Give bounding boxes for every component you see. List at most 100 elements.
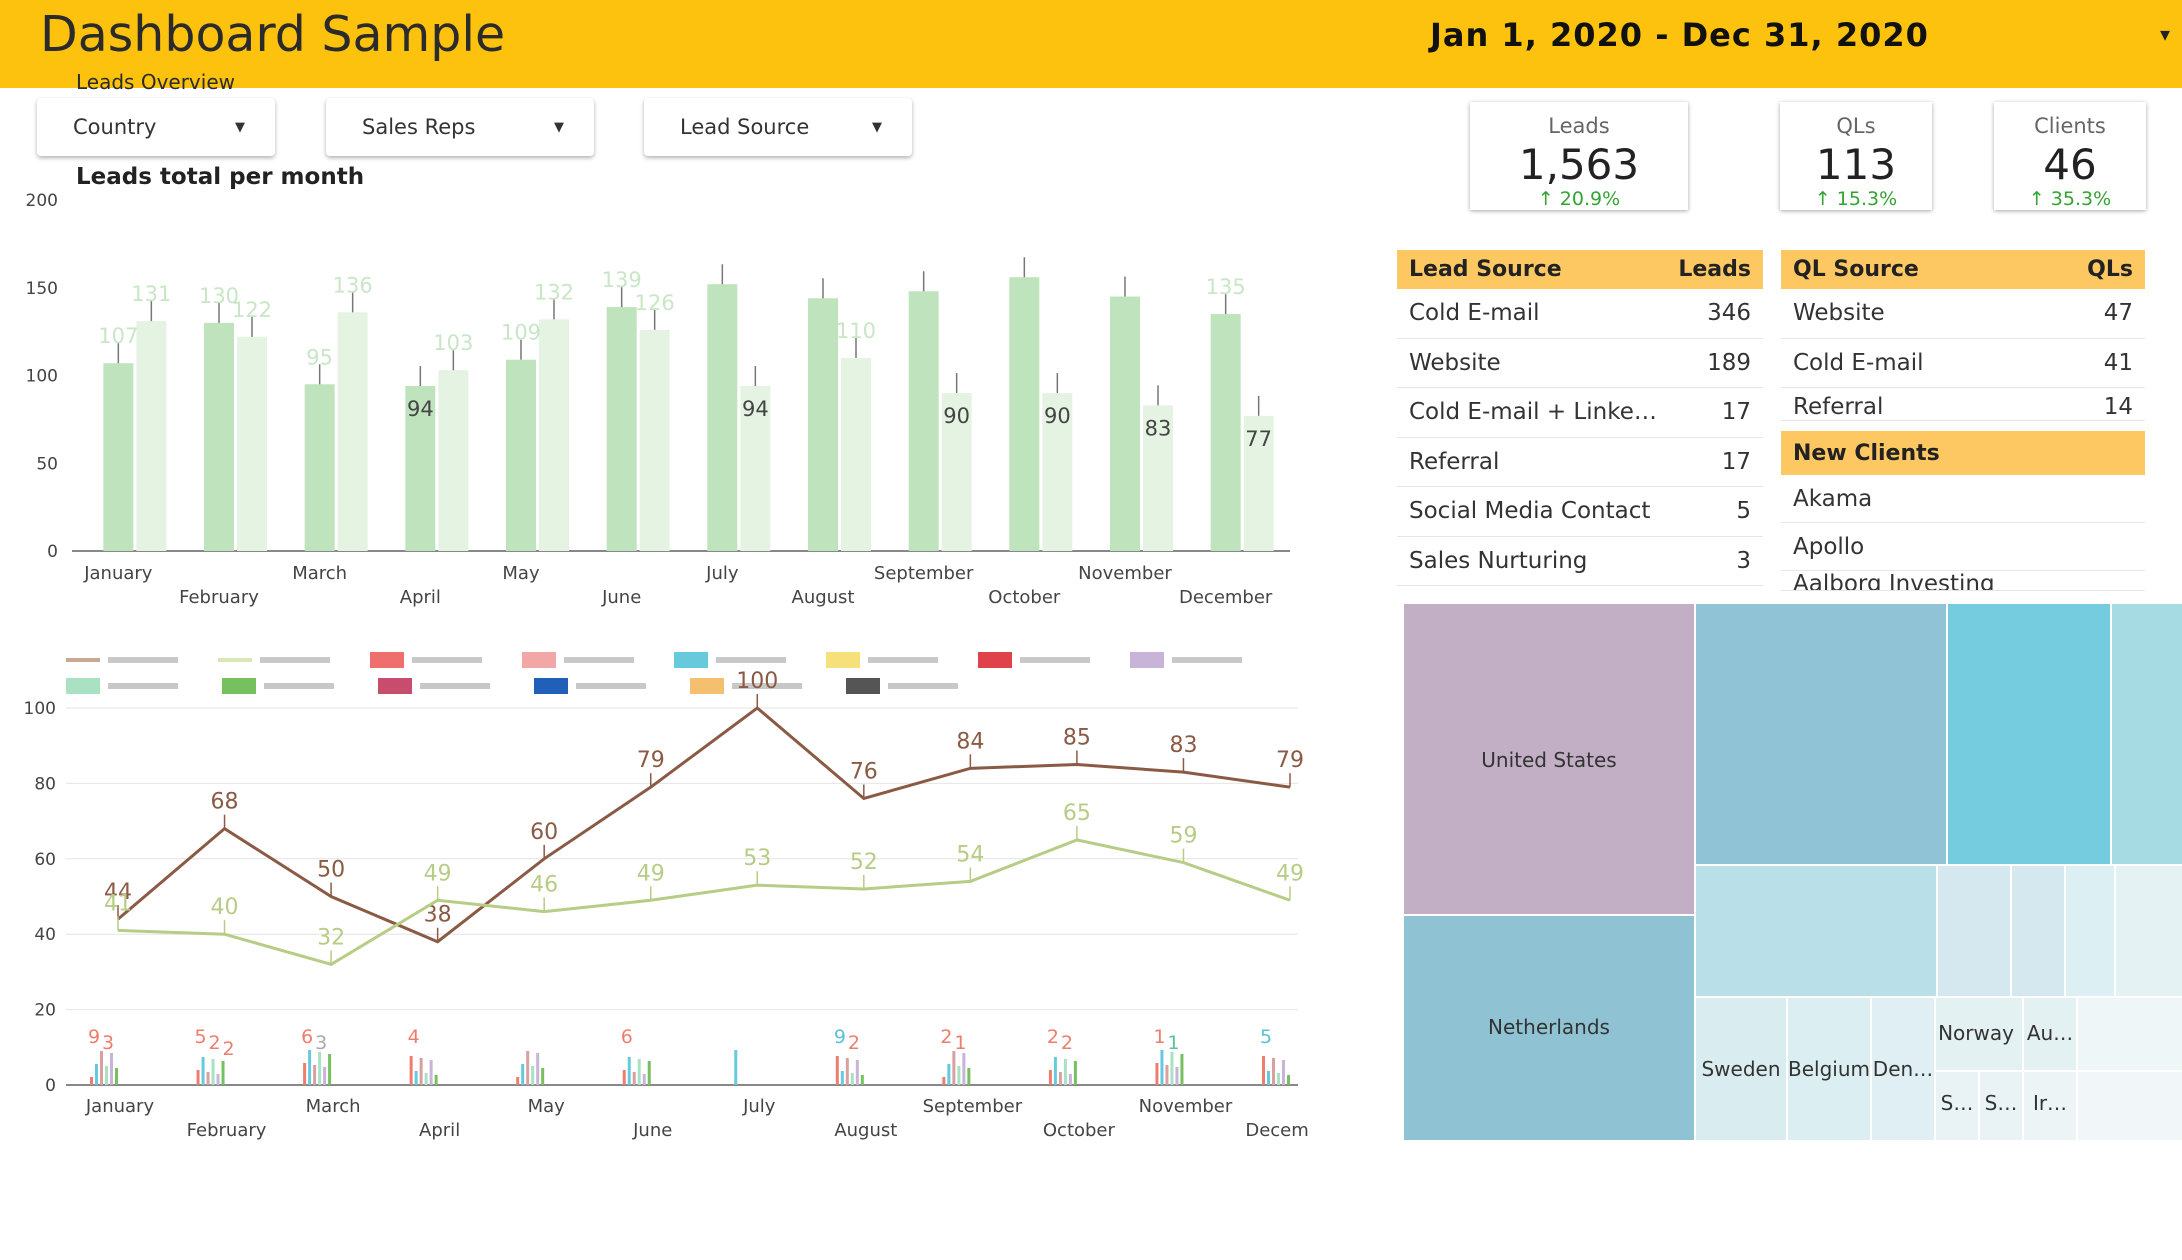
treemap-cell[interactable] bbox=[2078, 998, 2182, 1070]
treemap-cell[interactable] bbox=[2078, 1072, 2182, 1140]
treemap-cell[interactable] bbox=[1948, 604, 2110, 864]
treemap-cell[interactable] bbox=[2012, 866, 2064, 996]
country-filter[interactable]: Country ▼ bbox=[37, 98, 275, 156]
treemap-cell[interactable] bbox=[1696, 604, 1946, 864]
treemap-cell[interactable] bbox=[2066, 866, 2114, 996]
data-label: 54 bbox=[956, 842, 984, 867]
column-header[interactable]: QLs bbox=[2087, 257, 2133, 282]
data-label: 103 bbox=[433, 331, 473, 355]
small-bar-label: 2 bbox=[209, 1032, 221, 1054]
legend-swatch bbox=[690, 678, 724, 694]
bar bbox=[808, 298, 838, 551]
column-header[interactable]: QL Source bbox=[1793, 257, 1919, 282]
legend-swatch bbox=[1130, 652, 1164, 668]
small-bar bbox=[308, 1050, 312, 1085]
sales-reps-filter[interactable]: Sales Reps ▼ bbox=[326, 98, 594, 156]
table-row[interactable]: Akama bbox=[1781, 475, 2145, 523]
column-header[interactable]: Leads bbox=[1678, 257, 1751, 282]
legend-swatch bbox=[222, 678, 256, 694]
legend-label-blurred bbox=[264, 683, 334, 689]
table-cell: Referral bbox=[1793, 394, 1884, 420]
lead-source-filter[interactable]: Lead Source ▼ bbox=[644, 98, 912, 156]
data-label: 135 bbox=[1206, 275, 1246, 299]
small-bar bbox=[313, 1065, 317, 1085]
dashboard-title: Dashboard Sample bbox=[40, 6, 506, 63]
legend-label-blurred bbox=[260, 657, 330, 663]
legend-label-blurred bbox=[1172, 657, 1242, 663]
small-bar bbox=[845, 1058, 849, 1085]
small-bar bbox=[541, 1068, 545, 1085]
small-bar bbox=[531, 1066, 535, 1085]
small-bar-label: 9 bbox=[88, 1026, 100, 1048]
data-label: 41 bbox=[104, 891, 132, 916]
date-range-selector[interactable]: Jan 1, 2020 - Dec 31, 2020 bbox=[1430, 16, 1929, 54]
small-bar bbox=[419, 1058, 423, 1085]
data-label: 79 bbox=[637, 748, 665, 773]
data-label: 85 bbox=[1063, 726, 1091, 751]
table-row[interactable]: Cold E-mail 346 bbox=[1397, 289, 1763, 339]
table-cell: Website bbox=[1409, 349, 1501, 376]
small-bar bbox=[216, 1074, 220, 1085]
treemap-cell[interactable] bbox=[1696, 866, 1936, 996]
table-row[interactable]: Cold E-mail + Linke… 17 bbox=[1397, 388, 1763, 438]
table-row[interactable]: Website 189 bbox=[1397, 339, 1763, 388]
treemap-cell[interactable] bbox=[2112, 604, 2182, 864]
table-cell: Cold E-mail bbox=[1793, 349, 1924, 376]
data-label: 90 bbox=[943, 404, 970, 428]
table-row[interactable]: Cold E-mail 41 bbox=[1781, 339, 2145, 388]
table-row[interactable]: Social Media Contact 5 bbox=[1397, 487, 1763, 537]
table-cell: 3 bbox=[1736, 547, 1751, 574]
table-cell: Referral bbox=[1409, 448, 1500, 475]
legend-swatch bbox=[534, 678, 568, 694]
data-label: 94 bbox=[742, 397, 769, 421]
legend-label-blurred bbox=[420, 683, 490, 689]
treemap-label: S… bbox=[1941, 1091, 1974, 1115]
table-row[interactable]: Website 47 bbox=[1781, 289, 2145, 339]
small-bar bbox=[521, 1064, 525, 1085]
small-bar bbox=[1175, 1067, 1179, 1085]
table-row[interactable]: Aalborg Investing bbox=[1781, 571, 2145, 591]
table-row[interactable]: Referral 17 bbox=[1397, 438, 1763, 487]
data-label: 76 bbox=[850, 759, 878, 784]
bar bbox=[237, 336, 267, 551]
bar bbox=[204, 322, 234, 551]
chevron-down-icon[interactable]: ▾ bbox=[2160, 22, 2170, 46]
small-bar bbox=[850, 1073, 854, 1085]
kpi-label: QLs bbox=[1836, 114, 1876, 138]
table-row[interactable]: Sales Nurturing 3 bbox=[1397, 537, 1763, 586]
small-bar bbox=[536, 1053, 540, 1085]
table-cell: Cold E-mail + Linke… bbox=[1409, 399, 1657, 426]
small-bar bbox=[105, 1066, 108, 1085]
table-row[interactable]: Referral 14 bbox=[1781, 388, 2145, 421]
small-bar-label: 1 bbox=[1167, 1032, 1179, 1054]
treemap-cell[interactable] bbox=[1938, 866, 2010, 996]
column-header[interactable]: New Clients bbox=[1793, 441, 1940, 466]
kpi-value: 113 bbox=[1815, 140, 1897, 189]
table-row[interactable]: Apollo bbox=[1781, 523, 2145, 571]
data-label: 94 bbox=[407, 397, 434, 421]
bar bbox=[606, 307, 637, 551]
leads-per-month-bar-chart: 0 50 100 150 200 January February March April May… bbox=[26, 191, 1290, 608]
x-tick-label: December bbox=[1179, 587, 1273, 608]
small-bar bbox=[734, 1050, 738, 1085]
data-label: 59 bbox=[1169, 824, 1197, 849]
data-label: 79 bbox=[1276, 748, 1304, 773]
treemap-cell[interactable] bbox=[2116, 866, 2182, 996]
small-bar bbox=[100, 1051, 103, 1085]
kpi-leads-card: Leads 1,563 ↑ 20.9% bbox=[1470, 102, 1688, 210]
small-bar bbox=[90, 1077, 93, 1085]
x-tick-label: February bbox=[187, 1120, 267, 1141]
line-series-dark bbox=[117, 706, 1291, 944]
caret-down-icon: ▼ bbox=[872, 119, 882, 135]
small-bar-label: 6 bbox=[301, 1026, 313, 1048]
x-tick-label: June bbox=[632, 1120, 672, 1141]
column-header[interactable]: Lead Source bbox=[1409, 257, 1562, 282]
small-bar-label: 9 bbox=[834, 1026, 846, 1048]
data-label: 40 bbox=[211, 895, 239, 920]
data-label: 46 bbox=[530, 873, 558, 898]
bar bbox=[337, 312, 368, 551]
small-bar-label: 3 bbox=[102, 1032, 114, 1054]
small-bar bbox=[323, 1067, 327, 1085]
small-bar bbox=[429, 1060, 433, 1085]
small-bar bbox=[434, 1075, 438, 1085]
